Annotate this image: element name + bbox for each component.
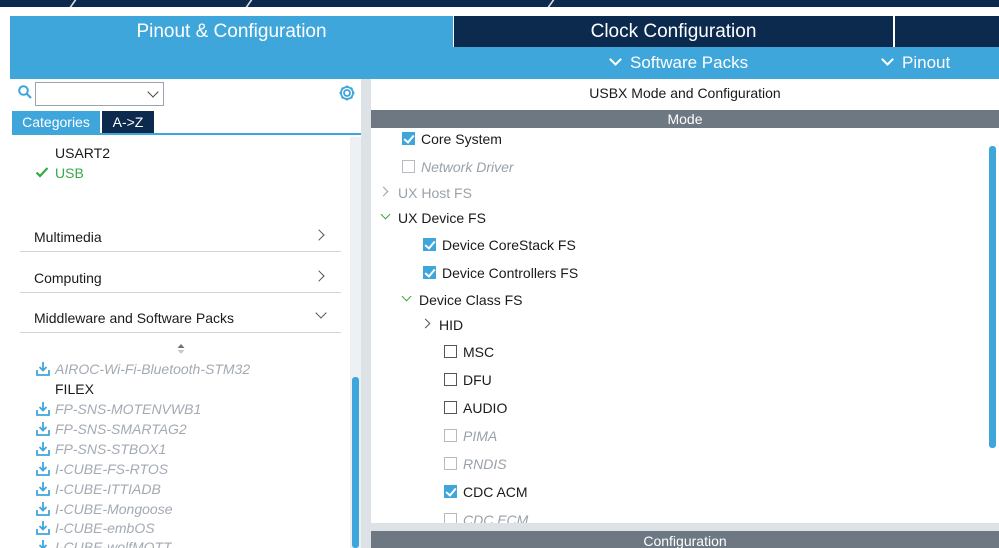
dfu-checkbox[interactable] — [444, 373, 457, 386]
audio-label: AUDIO — [463, 400, 508, 416]
strip-divider — [245, 0, 253, 7]
pinout-menu-label: Pinout — [902, 53, 951, 72]
download-icon — [36, 462, 50, 476]
software-packs-menu[interactable]: Software Packs — [609, 47, 749, 79]
device-class-fs-node[interactable]: Device Class FS — [419, 291, 522, 309]
download-icon — [36, 521, 50, 535]
usbx-config-panel — [371, 79, 999, 548]
audio-checkbox[interactable] — [444, 401, 457, 414]
strip-divider — [547, 0, 555, 7]
chevron-down-icon — [609, 53, 622, 66]
panel-splitter-horizontal[interactable] — [371, 523, 999, 531]
tree-item-usb[interactable]: USB — [55, 164, 84, 182]
cdc-acm-label: CDC ACM — [463, 484, 528, 500]
pack-item[interactable]: I-CUBE-wolfMQTT — [55, 538, 172, 548]
mode-header: Mode — [371, 110, 999, 128]
download-icon — [36, 422, 50, 436]
download-icon — [36, 402, 50, 416]
network-driver-label: Network Driver — [421, 159, 514, 175]
pack-item[interactable]: I-CUBE-Mongoose — [55, 500, 173, 518]
download-icon — [36, 442, 50, 456]
tab-pinout-configuration[interactable]: Pinout & Configuration — [10, 16, 453, 47]
download-icon — [36, 482, 50, 496]
pinout-menu[interactable]: Pinout — [881, 47, 951, 79]
strip-divider — [69, 0, 77, 7]
chevron-down-icon — [315, 307, 327, 319]
cdc-ecm-label: CDC ECM — [463, 512, 529, 523]
ux-device-fs-node[interactable]: UX Device FS — [398, 209, 486, 227]
section-label: Computing — [34, 270, 102, 286]
network-driver-checkbox[interactable] — [402, 160, 415, 173]
device-corestack-fs-label: Device CoreStack FS — [442, 237, 576, 253]
device-corestack-fs-checkbox[interactable] — [423, 238, 436, 251]
panel-title: USBX Mode and Configuration — [589, 85, 781, 101]
rndis-checkbox[interactable] — [444, 457, 457, 470]
tab-overflow[interactable] — [894, 16, 999, 47]
pack-item[interactable]: I-CUBE-ITTIADB — [55, 480, 161, 498]
software-packs-label: Software Packs — [630, 53, 749, 72]
rndis-label: RNDIS — [463, 456, 507, 472]
device-controllers-fs-checkbox[interactable] — [423, 266, 436, 279]
pack-item[interactable]: FP-SNS-MOTENVWB1 — [55, 400, 201, 418]
left-scrollbar-thumb[interactable] — [352, 377, 359, 548]
panel-splitter[interactable] — [361, 79, 371, 548]
msc-label: MSC — [463, 344, 495, 360]
download-icon — [36, 540, 50, 548]
section-multimedia[interactable]: Multimedia — [20, 222, 341, 252]
chevron-down-icon[interactable] — [147, 86, 159, 98]
sub-navigation-bar: Software Packs Pinout — [10, 47, 999, 79]
device-controllers-fs-label: Device Controllers FS — [442, 265, 579, 281]
msc-checkbox[interactable] — [444, 345, 457, 358]
gear-icon[interactable] — [337, 83, 357, 103]
download-icon — [36, 362, 50, 376]
ux-host-fs-node[interactable]: UX Host FS — [398, 184, 472, 202]
pima-checkbox[interactable] — [444, 429, 457, 442]
pack-item[interactable]: I-CUBE-FS-RTOS — [55, 460, 168, 478]
core-system-label: Core System — [421, 131, 502, 147]
cdc-ecm-checkbox[interactable] — [444, 513, 457, 523]
check-icon — [35, 167, 49, 178]
cdc-acm-checkbox[interactable] — [444, 485, 457, 498]
chevron-down-icon — [881, 53, 894, 66]
configuration-header: Configuration — [371, 531, 999, 548]
section-label: Middleware and Software Packs — [34, 310, 234, 326]
pack-item-installed[interactable]: FILEX — [55, 380, 94, 398]
cdc-ecm-row-clip: CDC ECM — [440, 511, 560, 523]
search-icon[interactable] — [18, 85, 32, 99]
chevron-right-icon — [313, 270, 325, 282]
tree-item-usart2[interactable]: USART2 — [55, 144, 110, 162]
pack-item[interactable]: FP-SNS-STBOX1 — [55, 440, 166, 458]
top-breadcrumb-strip — [0, 0, 999, 7]
pack-item[interactable]: AIROC-Wi-Fi-Bluetooth-STM32 — [55, 360, 250, 378]
section-computing[interactable]: Computing — [20, 263, 341, 293]
dfu-label: DFU — [463, 372, 492, 388]
tab-categories[interactable]: Categories — [12, 111, 100, 133]
section-label: Multimedia — [34, 229, 102, 245]
search-input[interactable] — [35, 82, 164, 106]
tabs-underline — [12, 133, 361, 135]
tab-a-z[interactable]: A->Z — [102, 111, 154, 133]
right-scrollbar-thumb[interactable] — [989, 146, 996, 448]
tab-clock-configuration[interactable]: Clock Configuration — [453, 16, 893, 47]
section-middleware-software-packs[interactable]: Middleware and Software Packs — [20, 303, 341, 333]
core-system-checkbox[interactable] — [402, 132, 415, 145]
pima-label: PIMA — [463, 428, 498, 444]
hid-node[interactable]: HID — [439, 316, 463, 334]
pack-item[interactable]: I-CUBE-embOS — [55, 519, 155, 537]
download-icon — [36, 502, 50, 516]
chevron-right-icon — [313, 229, 325, 241]
sort-icon[interactable] — [176, 343, 186, 355]
pack-item[interactable]: FP-SNS-SMARTAG2 — [55, 420, 187, 438]
